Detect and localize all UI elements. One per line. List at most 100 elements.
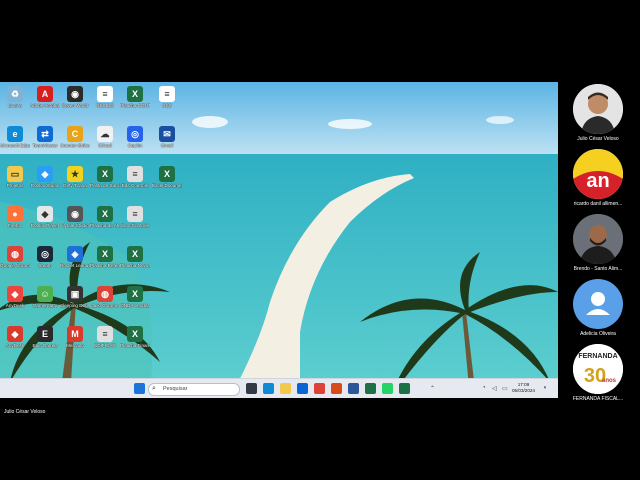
taskbar-app-chrome[interactable] — [314, 383, 325, 394]
desktop-shortcut[interactable]: ★ Dirty Tirana — [60, 164, 90, 200]
desktop-shortcut[interactable]: ● Firefox — [0, 204, 30, 240]
shortcut-label: Seven World — [61, 103, 89, 108]
desktop-shortcut[interactable]: ♻ Lixeira — [0, 84, 30, 120]
shortcut-icon: X — [97, 166, 113, 182]
taskbar-app-edge[interactable] — [263, 383, 274, 394]
shortcut-label: RECIBO — [96, 103, 114, 108]
desktop-shortcut[interactable]: ◉ Seven World — [60, 84, 90, 120]
start-button[interactable] — [134, 383, 145, 394]
desktop-shortcut[interactable]: M Mercado — [60, 324, 90, 360]
desktop-shortcut[interactable]: ◆ AnyDesk — [0, 284, 30, 320]
desktop-shortcut[interactable]: e Microsoft Edge — [0, 124, 30, 160]
shortcut-icon: X — [127, 326, 143, 342]
shortcut-label: Adobe Acrobat — [30, 103, 60, 108]
shortcut-icon: X — [97, 246, 113, 262]
shortcut-label: Roblox Studio — [30, 183, 60, 188]
taskbar-app-excel[interactable] — [399, 383, 410, 394]
desktop-shortcut[interactable]: ✉ Gmail — [152, 124, 182, 160]
taskbar-app-whatsapp[interactable] — [382, 383, 393, 394]
participant-avatar-placeholder — [573, 279, 623, 329]
shortcut-label: Microsoft Edge — [0, 143, 30, 148]
participant-tile[interactable]: an ricardo danil allimen... — [572, 149, 624, 207]
participant-tile[interactable]: FERNANDA 30 anos FERNANDA FISCAL... — [572, 344, 624, 402]
taskbar-search-box[interactable]: ⌕ Pesquisar — [148, 383, 240, 396]
shortcut-label: Planilha CONTROLE — [120, 103, 150, 108]
desktop-shortcut[interactable]: E Epic Games — [30, 324, 60, 360]
desktop-shortcut[interactable]: ≡ CSS — [152, 84, 182, 120]
shortcut-label: CSS — [162, 103, 172, 108]
desktop-shortcut[interactable]: CCounter-Strike 2 — [60, 124, 90, 160]
shortcut-icon: ◎ — [37, 246, 53, 262]
notification-icon[interactable]: ◖ — [543, 385, 547, 391]
taskbar-clock[interactable]: 17:09 05/03/2024 — [512, 382, 535, 394]
desktop-shortcut[interactable]: ◆ Roblox Studio — [30, 164, 60, 200]
taskbar-app-excel-alt[interactable] — [365, 383, 376, 394]
desktop-shortcut[interactable]: ▣ Sleeping Dogs — [60, 284, 90, 320]
shortcut-label: Edit Controle — [121, 183, 149, 188]
taskbar-app-task-view[interactable] — [246, 383, 257, 394]
shortcut-icon: ≡ — [97, 86, 113, 102]
shortcut-icon: ≡ — [127, 166, 143, 182]
taskbar-app-file-explorer[interactable] — [280, 383, 291, 394]
desktop-shortcut[interactable]: X ONDA Vendas — [120, 284, 150, 320]
desktop-shortcut[interactable]: ▭ Projetos — [0, 164, 30, 200]
desktop-shortcut[interactable]: ☺ Gamerparty — [30, 284, 60, 320]
desktop-shortcut[interactable]: ◍ Julio Chrome — [90, 284, 120, 320]
desktop-shortcut[interactable]: ◆ AnyDesk — [0, 324, 30, 360]
shortcut-label: Lixeira — [8, 103, 22, 108]
shortcut-icon: ▣ — [67, 286, 83, 302]
shortcut-label: Copilot — [127, 143, 143, 148]
shortcut-label: Counter-Strike 2 — [60, 143, 90, 148]
desktop-shortcut[interactable]: ≡ EDIFICAR — [90, 324, 120, 360]
speaker-icon[interactable]: ◁ — [492, 385, 497, 392]
shortcut-icon: ☁ — [97, 126, 113, 142]
desktop-shortcut[interactable]: XPlanilha Financeira — [120, 324, 150, 360]
desktop-shortcut[interactable]: ◈ Rocket League — [60, 244, 90, 280]
taskbar-app-outlook[interactable] — [297, 383, 308, 394]
desktop-shortcut[interactable]: ◎ Copilot — [120, 124, 150, 160]
shortcut-icon: ★ — [67, 166, 83, 182]
desktop-shortcut[interactable]: XPasta de Sanches — [90, 164, 120, 200]
desktop-shortcut[interactable]: ◉ Hytale Studio — [60, 204, 90, 240]
desktop-shortcut[interactable]: ⇄ TeamViewer — [30, 124, 60, 160]
shortcut-icon: ⇄ — [37, 126, 53, 142]
desktop-shortcut[interactable]: ◎ Steam — [30, 244, 60, 280]
search-placeholder: Pesquisar — [163, 386, 188, 392]
taskbar-app-word[interactable] — [348, 383, 359, 394]
shortcut-icon: X — [159, 166, 175, 182]
taskbar: ⌕ Pesquisar ⌃ ◔ ◁ ▭ 17:09 05/03/2024 ◖ — [0, 378, 558, 398]
shortcut-icon: X — [127, 286, 143, 302]
shortcut-icon: ◈ — [67, 246, 83, 262]
wifi-icon[interactable]: ◔ — [482, 385, 486, 391]
shortcut-icon: ◎ — [127, 126, 143, 142]
participant-tile[interactable]: Julio César Veloso — [572, 84, 624, 142]
shortcut-label: Mercado — [66, 343, 84, 348]
participant-tile[interactable]: Adelicia Oliveira — [572, 279, 624, 337]
desktop-shortcut[interactable]: XPlanilha CONTROLE — [120, 84, 150, 120]
desktop-shortcut[interactable]: XPlanilha de Atividades — [90, 204, 120, 240]
desktop-shortcut[interactable]: XPlanilha Reference de Operações — [90, 244, 120, 280]
desktop-shortcut[interactable]: XExcel Documentos — [152, 164, 182, 200]
shortcut-label: Julio Chrome — [91, 303, 119, 308]
desktop-shortcut[interactable]: A Adobe Acrobat — [30, 84, 60, 120]
battery-icon[interactable]: ▭ — [502, 385, 508, 392]
desktop-shortcut[interactable]: ≡ Sam Controle — [120, 204, 150, 240]
participant-tile[interactable]: Brendo - Santo Alim... — [572, 214, 624, 272]
shortcut-icon: ≡ — [127, 206, 143, 222]
shortcut-icon: ≡ — [97, 326, 113, 342]
shortcut-icon: ◆ — [37, 166, 53, 182]
shortcut-label: Gmail — [161, 143, 173, 148]
participant-name: ricardo danil allimen... — [573, 201, 623, 207]
shortcut-icon: ◍ — [7, 246, 23, 262]
desktop-shortcut[interactable]: ◆ Roblox Player — [30, 204, 60, 240]
tray-chevron-icon[interactable]: ⌃ — [430, 385, 435, 392]
taskbar-app-media[interactable] — [331, 383, 342, 394]
desktop-shortcut[interactable]: ◍ Google Chrome — [0, 244, 30, 280]
shortcut-label: ONDA Vendas — [120, 303, 150, 308]
desktop-shortcut[interactable]: ☁ iCloud — [90, 124, 120, 160]
desktop-shortcut[interactable]: ≡ RECIBO — [90, 84, 120, 120]
participant-name: Brendo - Santo Alim... — [573, 266, 623, 272]
desktop-shortcut[interactable]: ≡ Edit Controle — [120, 164, 150, 200]
desktop-shortcut[interactable]: X Planilha Novos — [120, 244, 150, 280]
shortcut-icon: A — [37, 86, 53, 102]
